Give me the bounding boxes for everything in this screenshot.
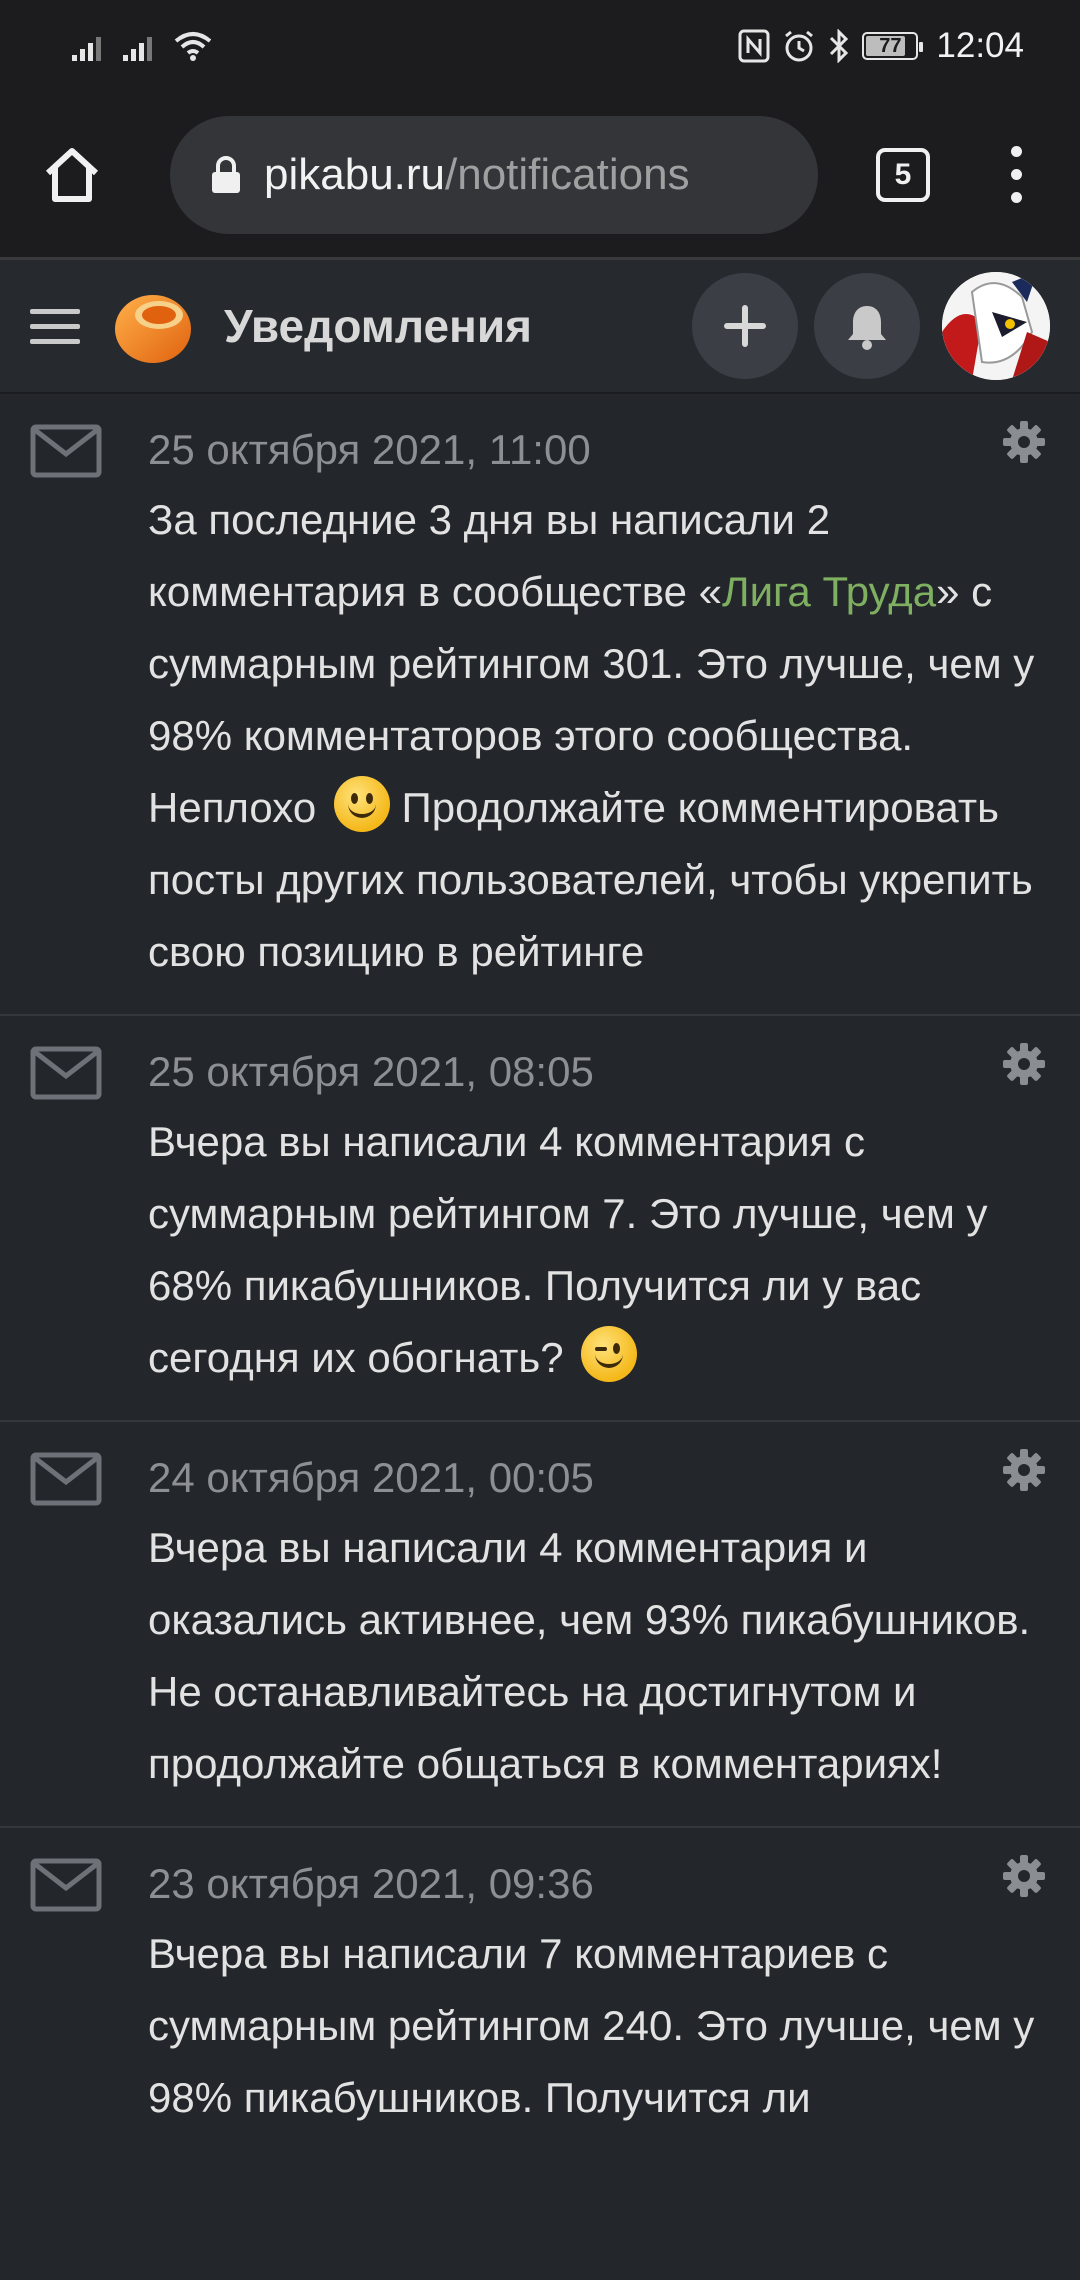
pikabu-logo[interactable] [112, 285, 194, 367]
mail-icon [30, 1858, 102, 1912]
notification-text: За последние 3 дня вы написали 2 коммент… [148, 496, 1035, 975]
status-bar: 77 12:04 [0, 0, 1080, 92]
notification-date: 25 октября 2021, 08:05 [148, 1048, 594, 1095]
nfc-icon [738, 29, 770, 63]
notification-date: 23 октября 2021, 09:36 [148, 1860, 594, 1907]
notification-text: Вчера вы написали 4 комментария с суммар… [148, 1118, 988, 1382]
mail-icon [30, 1452, 102, 1506]
alarm-icon [785, 30, 814, 62]
notification-item[interactable]: 23 октября 2021, 09:36 Вчера вы написали… [0, 1828, 1080, 2160]
community-link[interactable]: Лига Труда [722, 568, 936, 615]
mail-icon [30, 1046, 102, 1100]
signal-icon [123, 31, 152, 61]
gear-icon[interactable] [1002, 1448, 1046, 1492]
home-button[interactable] [26, 129, 118, 221]
wifi-icon [174, 32, 212, 61]
lock-icon [212, 155, 240, 193]
notification-item[interactable]: 25 октября 2021, 11:00 За последние 3 дн… [0, 394, 1080, 1016]
notification-item[interactable]: 24 октября 2021, 00:05 Вчера вы написали… [0, 1422, 1080, 1828]
address-bar[interactable]: pikabu.ru/notifications [170, 115, 818, 234]
gear-icon[interactable] [1002, 420, 1046, 464]
battery-icon: 77 [862, 32, 924, 60]
site-header: Уведомления [0, 260, 1080, 394]
browser-menu-button[interactable] [996, 146, 1036, 203]
add-post-button[interactable] [692, 273, 798, 379]
notifications-button[interactable] [814, 273, 920, 379]
notification-date: 25 октября 2021, 11:00 [148, 426, 591, 473]
mail-icon [30, 424, 102, 478]
notification-text: Вчера вы написали 4 комментария и оказал… [148, 1524, 1031, 1787]
gear-icon[interactable] [1002, 1042, 1046, 1086]
notification-item[interactable]: 25 октября 2021, 08:05 Вчера вы написали… [0, 1016, 1080, 1422]
home-icon [45, 147, 99, 202]
browser-toolbar: pikabu.ru/notifications 5 [0, 92, 1080, 260]
page-title: Уведомления [224, 300, 532, 352]
hamburger-menu-button[interactable] [30, 308, 80, 344]
plus-icon [724, 305, 766, 347]
winking-face-icon [581, 1326, 638, 1382]
tab-count: 5 [894, 157, 912, 191]
notification-date: 24 октября 2021, 00:05 [148, 1454, 594, 1501]
url-domain: pikabu.ru [264, 149, 446, 199]
slightly-smiling-face-icon [333, 776, 390, 832]
clock: 12:04 [936, 26, 1024, 65]
signal-icon [72, 31, 101, 61]
user-avatar[interactable] [942, 272, 1050, 380]
tab-switcher-button[interactable]: 5 [876, 147, 930, 202]
bell-icon [848, 306, 886, 350]
notification-text: Вчера вы написали 7 комментариев с сумма… [148, 1930, 1035, 2121]
gear-icon[interactable] [1002, 1854, 1046, 1898]
avatar-image [942, 272, 1050, 380]
url-path: /notifications [445, 149, 690, 199]
bluetooth-icon [830, 29, 849, 63]
